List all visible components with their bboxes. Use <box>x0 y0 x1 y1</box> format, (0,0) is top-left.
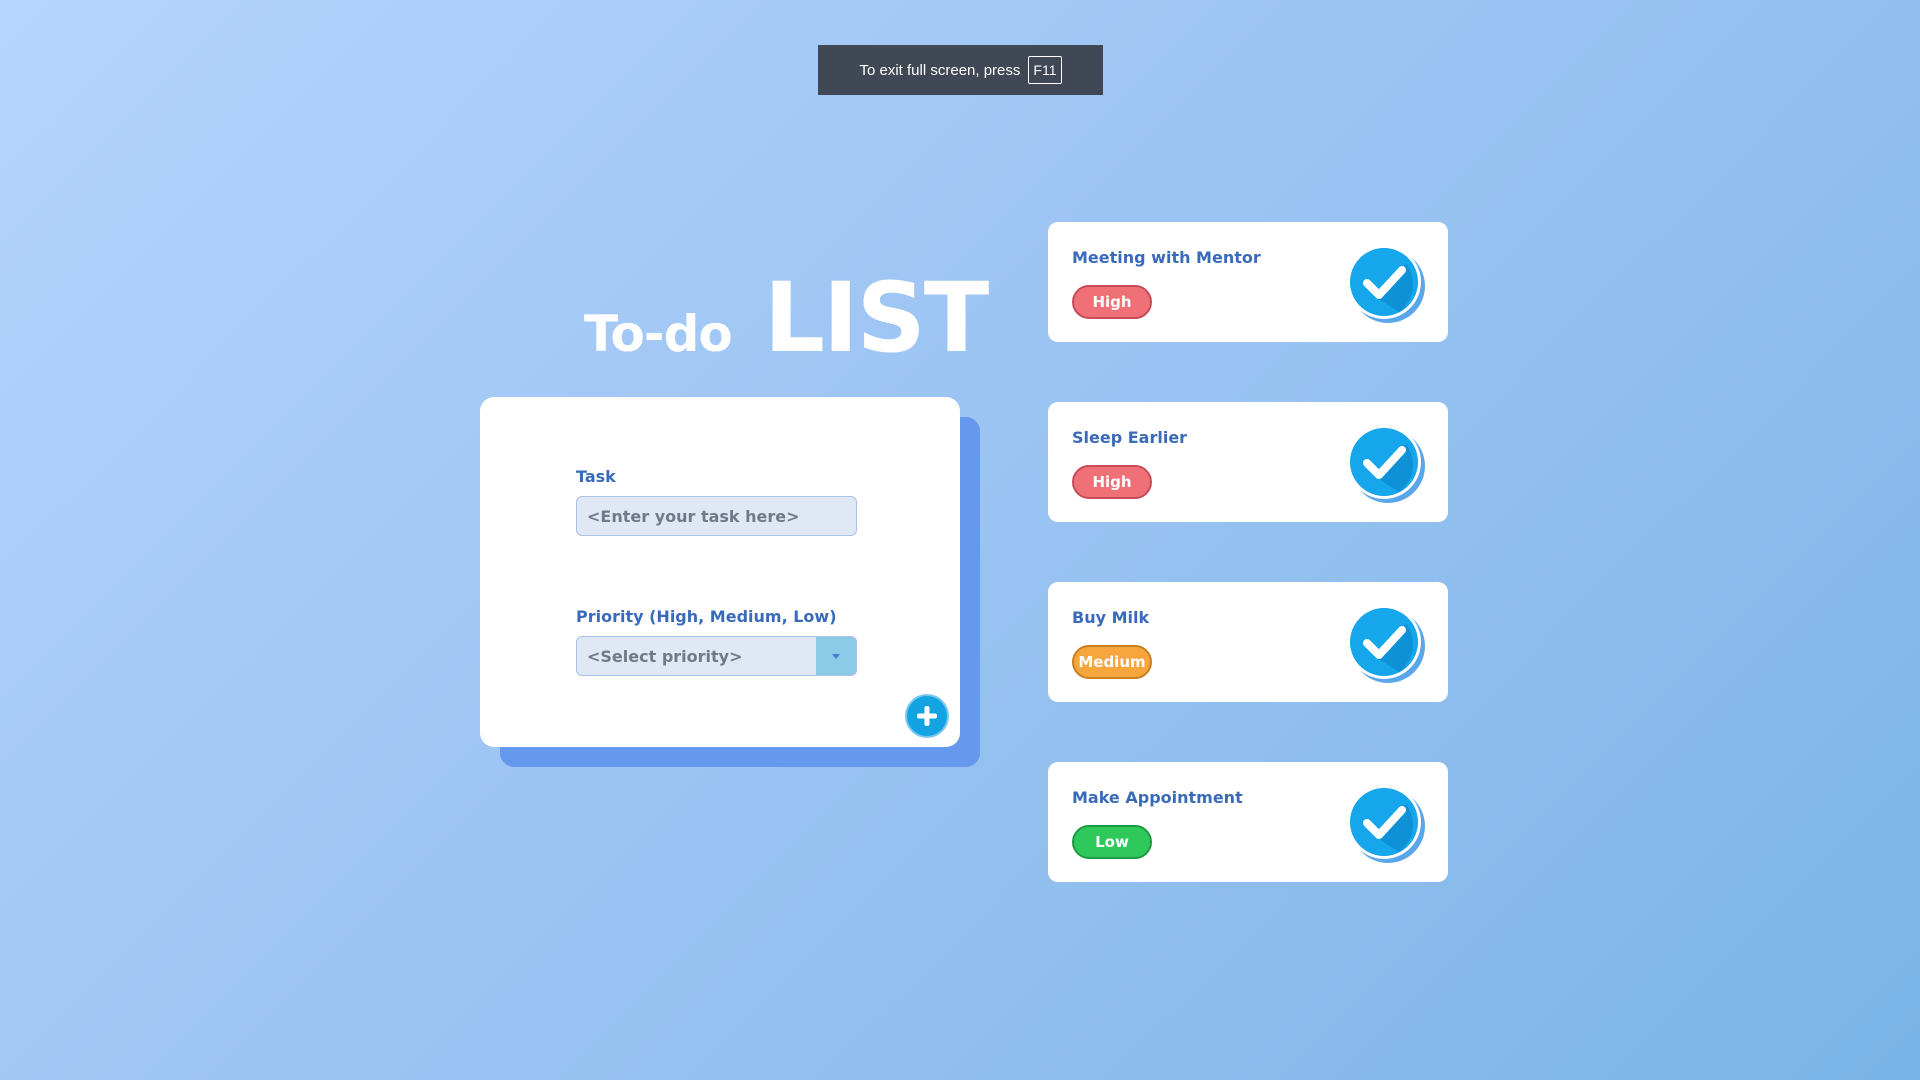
complete-task-button[interactable] <box>1344 782 1426 864</box>
fullscreen-notice: To exit full screen, press F11 <box>818 45 1103 95</box>
plus-icon <box>917 706 937 726</box>
task-name: Sleep Earlier <box>1072 428 1188 447</box>
priority-badge: High <box>1072 285 1152 319</box>
priority-select[interactable]: <Select priority> <box>576 636 857 676</box>
priority-select-value: <Select priority> <box>587 646 743 666</box>
task-label: Task <box>576 467 616 486</box>
caret-down-icon <box>832 654 840 659</box>
priority-badge: Low <box>1072 825 1152 859</box>
task-name: Make Appointment <box>1072 788 1243 807</box>
complete-task-button[interactable] <box>1344 242 1426 324</box>
priority-label: Priority (High, Medium, Low) <box>576 607 837 626</box>
task-form-card: Task Priority (High, Medium, Low) <Selec… <box>480 397 960 747</box>
title-small-text: To-do <box>584 305 733 363</box>
check-circle-icon <box>1347 425 1425 503</box>
priority-badge: High <box>1072 465 1152 499</box>
dropdown-arrow-button[interactable] <box>816 637 856 675</box>
fullscreen-notice-text: To exit full screen, press <box>859 61 1021 79</box>
task-card: Make Appointment Low <box>1048 762 1448 882</box>
task-card: Sleep Earlier High <box>1048 402 1448 522</box>
title-big-text: LIST <box>763 262 990 374</box>
page-title: To-do LIST <box>584 262 990 374</box>
task-card: Meeting with Mentor High <box>1048 222 1448 342</box>
check-circle-icon <box>1347 245 1425 323</box>
task-input[interactable] <box>576 496 857 536</box>
task-card: Buy Milk Medium <box>1048 582 1448 702</box>
task-name: Meeting with Mentor <box>1072 248 1261 267</box>
task-name: Buy Milk <box>1072 608 1150 627</box>
check-circle-icon <box>1347 605 1425 683</box>
complete-task-button[interactable] <box>1344 602 1426 684</box>
check-circle-icon <box>1347 785 1425 863</box>
fullscreen-notice-key: F11 <box>1028 56 1062 84</box>
complete-task-button[interactable] <box>1344 422 1426 504</box>
add-task-button[interactable] <box>907 696 947 736</box>
priority-badge: Medium <box>1072 645 1152 679</box>
